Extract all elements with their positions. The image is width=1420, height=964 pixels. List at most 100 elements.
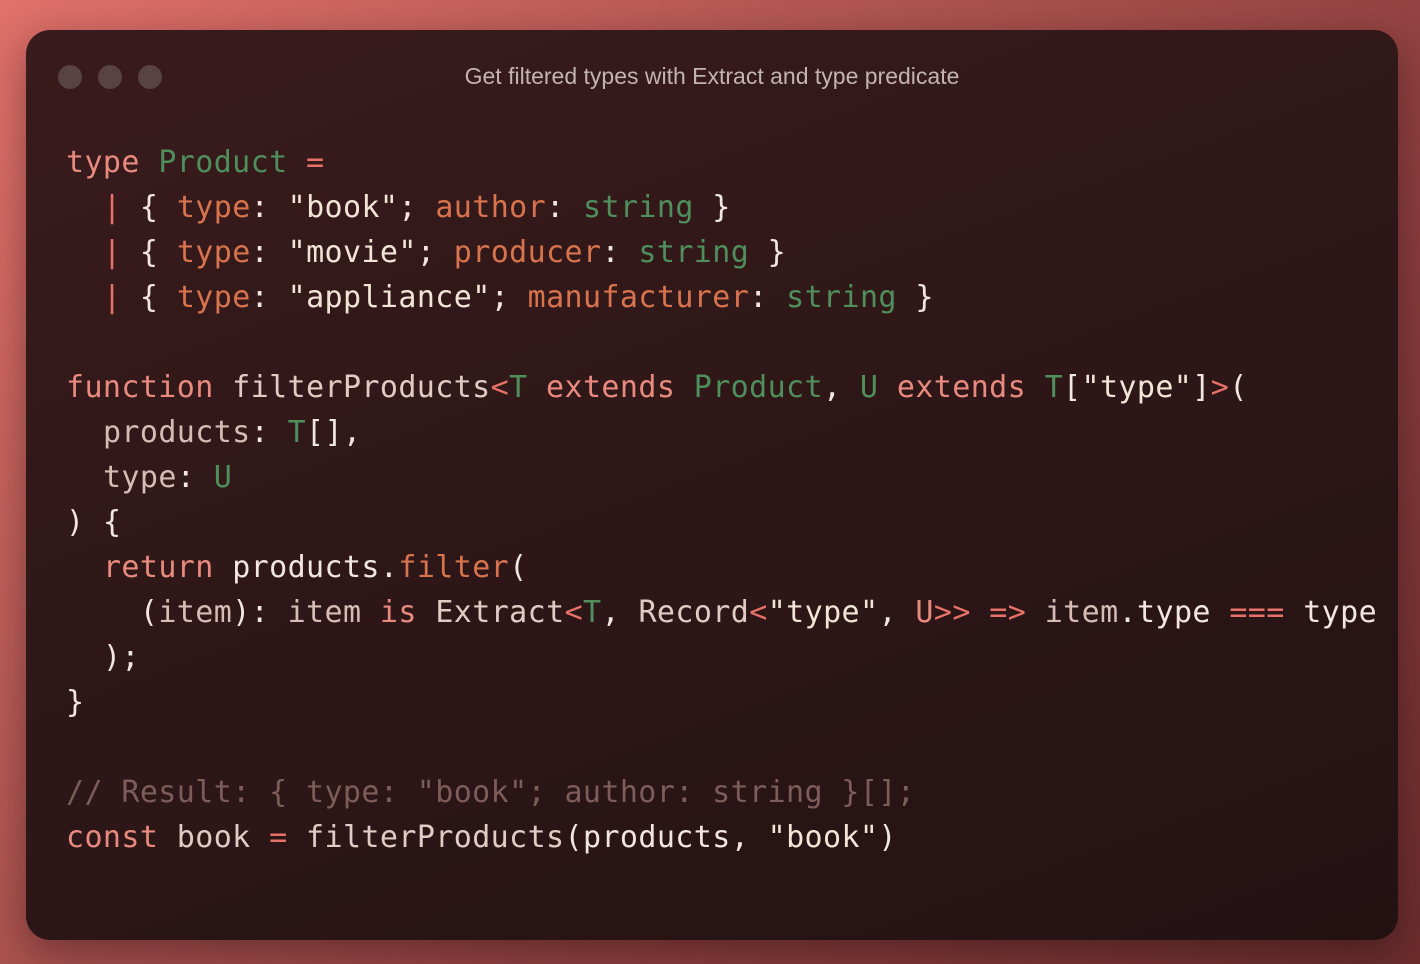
- code-token: |: [102, 190, 122, 225]
- code-token: "type": [1081, 370, 1193, 405]
- code-token: return: [102, 550, 214, 585]
- code-token: book: [176, 820, 251, 855]
- code-token: U: [859, 370, 879, 405]
- code-token: "movie": [287, 235, 417, 270]
- code-token: item: [1044, 595, 1119, 630]
- code-token: filterProducts: [306, 820, 565, 855]
- code-token: ): [66, 505, 85, 540]
- code-token: <: [490, 370, 510, 405]
- code-token: (: [564, 820, 583, 855]
- code-token: products: [102, 415, 251, 450]
- title-bar: Get filtered types with Extract and type…: [26, 30, 1398, 126]
- code-token: {: [139, 280, 159, 315]
- code-token: item: [287, 595, 362, 630]
- code-token: type: [66, 145, 140, 180]
- code-token: type: [1137, 595, 1211, 630]
- code-token: );: [102, 640, 140, 675]
- code-token: ]: [1192, 370, 1211, 405]
- code-token: :: [250, 190, 270, 225]
- code-token: .: [379, 550, 399, 585]
- code-token: (: [1229, 370, 1248, 405]
- code-token: T: [509, 370, 528, 405]
- code-token: [],: [306, 415, 362, 450]
- code-token: >: [1210, 370, 1230, 405]
- window-title: Get filtered types with Extract and type…: [464, 63, 960, 89]
- code-token: (: [509, 550, 528, 585]
- code-token: string: [583, 190, 694, 225]
- code-line: | { type: "movie"; producer: string }: [66, 230, 1377, 275]
- code-line: ) {: [66, 500, 1377, 545]
- code-token: item: [158, 595, 233, 630]
- code-line: (item): item is Extract<T, Record<"type"…: [66, 590, 1377, 635]
- code-token: function: [66, 370, 214, 405]
- code-token: T: [583, 595, 602, 630]
- code-token: ;: [490, 280, 510, 315]
- code-line: return products.filter(: [66, 545, 1377, 590]
- code-token: {: [139, 190, 159, 225]
- code-token: :: [176, 460, 196, 495]
- code-token: =>: [989, 595, 1027, 630]
- code-token: "appliance": [287, 280, 491, 315]
- code-token: ,: [730, 820, 750, 855]
- code-token: ;: [416, 235, 436, 270]
- code-token: manufacturer: [527, 280, 750, 315]
- code-token: {: [102, 505, 122, 540]
- code-token: "book": [767, 820, 879, 855]
- code-line: type: U: [66, 455, 1377, 500]
- code-line: }: [66, 680, 1377, 725]
- code-token: "type": [767, 595, 879, 630]
- code-line: // Result: { type: "book"; author: strin…: [66, 770, 1377, 815]
- code-token: <: [749, 595, 768, 630]
- code-token: |: [102, 235, 122, 270]
- code-token: Extract: [435, 595, 565, 630]
- code-token: }: [712, 190, 731, 225]
- code-token: :: [601, 235, 620, 270]
- code-token: Record: [638, 595, 750, 630]
- code-token: products: [582, 820, 731, 855]
- code-token: const: [66, 820, 159, 855]
- code-token: |: [102, 280, 122, 315]
- code-token: products: [232, 550, 380, 585]
- code-token: ===: [1229, 595, 1285, 630]
- code-token: >>: [933, 595, 971, 630]
- code-token: Product: [158, 145, 288, 180]
- code-token: U: [915, 595, 934, 630]
- code-token: }: [66, 685, 85, 720]
- code-token: ,: [601, 595, 620, 630]
- code-token: type: [1303, 595, 1378, 630]
- code-token: }: [767, 235, 787, 270]
- code-token: // Result: { type: "book"; author: strin…: [66, 775, 916, 810]
